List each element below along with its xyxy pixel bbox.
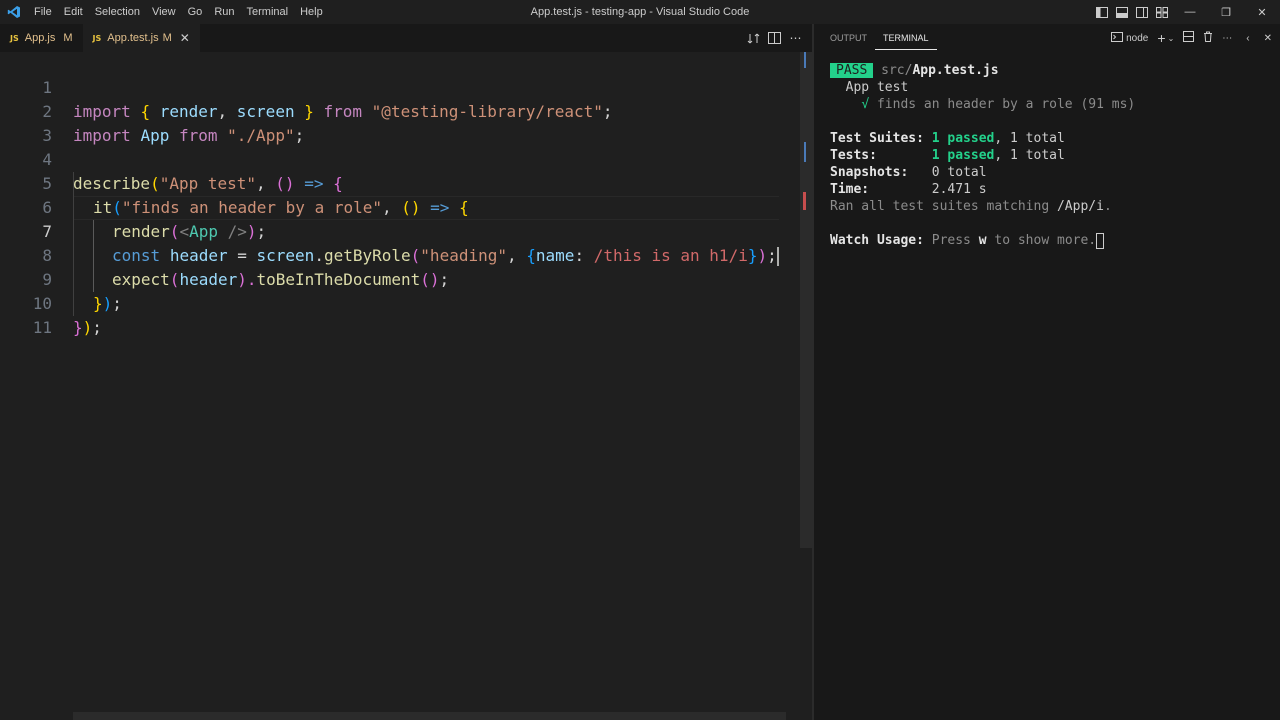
code-editor[interactable]: 1 import { render, screen } from "@testi… — [0, 52, 812, 720]
javascript-file-icon: JS — [92, 33, 102, 43]
terminal-panel: OUTPUT TERMINAL node + ⌄ ⋯ ‹ ✕ PASS src/… — [814, 24, 1280, 720]
new-terminal-icon[interactable]: + — [1157, 30, 1165, 46]
terminal-line: Ran all test suites matching /App/i. — [830, 199, 1112, 214]
terminal-icon — [1111, 31, 1124, 45]
tab-app-js[interactable]: JS App.js M — [0, 24, 83, 52]
horizontal-scrollbar[interactable] — [73, 712, 786, 720]
more-actions-icon[interactable]: ⋯ — [1222, 33, 1232, 44]
terminal-line: Snapshots: 0 total — [830, 165, 987, 180]
scrollbar-marker — [804, 52, 806, 68]
scrollbar-error-marker — [803, 192, 806, 210]
split-terminal-icon[interactable] — [1183, 31, 1195, 45]
toggle-panel-icon[interactable] — [1112, 0, 1132, 24]
modified-badge: M — [63, 32, 73, 44]
vscode-logo-icon — [0, 0, 28, 24]
code-line: 9 }); — [0, 244, 800, 313]
code-line: 8 expect(header).toBeInTheDocument(); — [0, 220, 800, 289]
code-line: 3 — [0, 100, 800, 145]
code-line: 6 render(<App />); — [0, 172, 800, 241]
code-line: 5 it("finds an header by a role", () => … — [0, 148, 800, 217]
terminal-line: √ finds an header by a role (91 ms) — [861, 97, 1136, 112]
title-bar: File Edit Selection View Go Run Terminal… — [0, 0, 1280, 24]
line-number: 11 — [32, 318, 52, 337]
chevron-left-icon[interactable]: ‹ — [1246, 33, 1249, 44]
javascript-file-icon: JS — [10, 33, 19, 43]
terminal-output[interactable]: PASS src/App.test.js App test √ finds an… — [830, 62, 1135, 249]
menu-edit[interactable]: Edit — [58, 0, 89, 24]
customize-layout-icon[interactable] — [1152, 0, 1172, 24]
toggle-primary-sidebar-icon[interactable] — [1092, 0, 1112, 24]
editor-actions: ⋯ — [743, 24, 812, 52]
terminal-cursor — [1096, 232, 1105, 249]
code-line: 11 — [0, 292, 800, 337]
tab-terminal[interactable]: TERMINAL — [875, 27, 937, 50]
menu-selection[interactable]: Selection — [89, 0, 146, 24]
terminal-line: PASS src/App.test.js — [830, 62, 1135, 79]
trash-icon[interactable] — [1203, 31, 1213, 45]
close-window-icon[interactable]: ✕ — [1244, 0, 1280, 24]
terminal-line: Tests: 1 passed, 1 total — [830, 148, 1065, 163]
menu-run[interactable]: Run — [208, 0, 240, 24]
menu-bar: File Edit Selection View Go Run Terminal… — [28, 0, 329, 24]
compare-changes-icon[interactable] — [743, 24, 764, 52]
more-actions-icon[interactable]: ⋯ — [785, 24, 806, 52]
title-actions: — ❐ ✕ — [1092, 0, 1280, 24]
tab-label: App.js — [24, 32, 56, 44]
check-icon: √ — [861, 97, 870, 112]
code-text: }); — [73, 318, 102, 337]
pass-badge: PASS — [830, 63, 874, 78]
code-line: 10 }); — [0, 268, 800, 337]
close-panel-icon[interactable]: ✕ — [1264, 33, 1272, 44]
toggle-secondary-sidebar-icon[interactable] — [1132, 0, 1152, 24]
code-line: 1 import { render, screen } from "@testi… — [0, 52, 800, 121]
tab-output[interactable]: OUTPUT — [822, 24, 875, 52]
menu-go[interactable]: Go — [182, 0, 209, 24]
terminal-line: Test Suites: 1 passed, 1 total — [830, 131, 1065, 146]
code-line: 4 describe("App test", () => { — [0, 124, 800, 193]
minimize-icon[interactable]: — — [1172, 0, 1208, 24]
code-line: 7 const header = screen.getByRole("headi… — [0, 196, 800, 266]
close-tab-icon[interactable]: ✕ — [180, 31, 190, 45]
restore-icon[interactable]: ❐ — [1208, 0, 1244, 24]
tab-app-test-js[interactable]: JS App.test.js M ✕ — [82, 24, 200, 52]
menu-help[interactable]: Help — [294, 0, 329, 24]
terminal-line: App test — [845, 80, 909, 95]
chevron-down-icon[interactable]: ⌄ — [1168, 34, 1175, 43]
terminal-line: Time: 2.471 s — [830, 182, 987, 197]
split-editor-icon[interactable] — [764, 24, 785, 52]
panel-actions: node + ⌄ ⋯ ‹ ✕ — [1102, 24, 1272, 52]
menu-view[interactable]: View — [146, 0, 182, 24]
menu-file[interactable]: File — [28, 0, 58, 24]
terminal-line: Watch Usage: Press w to show more. — [830, 232, 1135, 249]
editor-tabs: JS App.js M JS App.test.js M ✕ ⋯ — [0, 24, 812, 52]
scrollbar-marker — [804, 142, 806, 162]
vertical-scrollbar[interactable] — [800, 52, 812, 548]
menu-terminal[interactable]: Terminal — [241, 0, 295, 24]
tab-label: App.test.js — [107, 32, 159, 44]
modified-badge: M — [162, 32, 172, 44]
code-line: 2 import App from "./App"; — [0, 76, 800, 145]
shell-name[interactable]: node — [1126, 33, 1148, 44]
